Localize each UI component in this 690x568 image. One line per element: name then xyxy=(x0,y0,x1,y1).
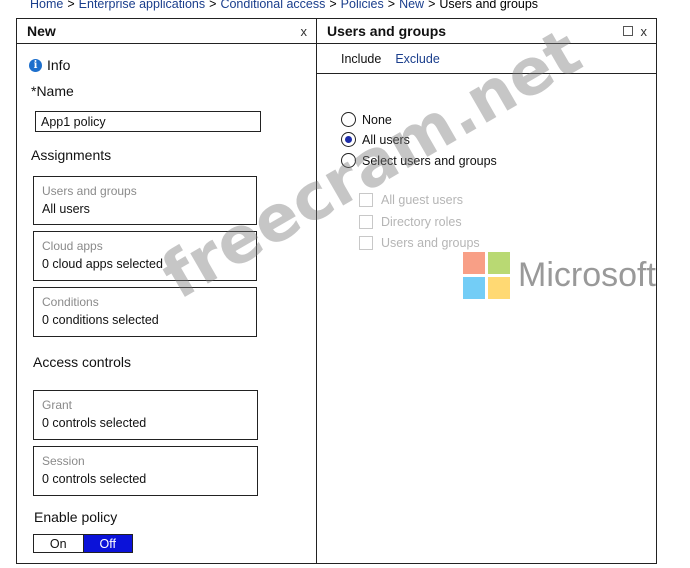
breadcrumb-item[interactable]: Enterprise applications xyxy=(79,0,205,11)
breadcrumb-separator: > xyxy=(67,0,75,11)
card-value: All users xyxy=(42,202,90,216)
breadcrumb-item[interactable]: Policies xyxy=(341,0,384,11)
new-policy-blade: New x i Info *Name Assignments Users and… xyxy=(16,18,317,564)
breadcrumb-item[interactable]: Home xyxy=(30,0,63,11)
radio-label: None xyxy=(362,112,392,127)
info-link[interactable]: i Info xyxy=(29,57,70,73)
users-and-groups-card[interactable]: Users and groups All users xyxy=(33,176,257,225)
radio-select-users-and-groups[interactable]: Select users and groups xyxy=(341,153,497,168)
session-card[interactable]: Session 0 controls selected xyxy=(33,446,258,496)
close-icon[interactable]: x xyxy=(641,24,648,39)
breadcrumb-separator: > xyxy=(387,0,396,11)
grant-card[interactable]: Grant 0 controls selected xyxy=(33,390,258,440)
radio-button[interactable] xyxy=(341,112,356,127)
blade-title: Users and groups xyxy=(327,23,447,39)
maximize-icon[interactable] xyxy=(622,26,633,36)
breadcrumb-separator: > xyxy=(209,0,217,11)
users-and-groups-blade-header: Users and groups x xyxy=(317,19,656,44)
checkbox-users-and-groups[interactable]: Users and groups xyxy=(359,236,480,250)
info-icon: i xyxy=(29,58,42,72)
card-value: 0 controls selected xyxy=(42,416,147,430)
users-and-groups-blade: Users and groups x Include Exclude None … xyxy=(316,18,657,564)
tab-exclude[interactable]: Exclude xyxy=(395,52,439,66)
toggle-off-option[interactable]: Off xyxy=(83,535,132,552)
checkbox-all-guest-users[interactable]: All guest users xyxy=(359,193,463,207)
card-value: 0 cloud apps selected xyxy=(42,257,163,271)
checkbox-label: Users and groups xyxy=(381,236,480,250)
card-title: Conditions xyxy=(42,295,99,309)
access-controls-title: Access controls xyxy=(33,354,132,370)
radio-selected-dot xyxy=(345,136,352,143)
cloud-apps-card[interactable]: Cloud apps 0 cloud apps selected xyxy=(33,231,257,281)
radio-label: Select users and groups xyxy=(362,153,497,168)
card-title: Grant xyxy=(42,398,73,412)
breadcrumb: Home > Enterprise applications > Conditional… xyxy=(30,0,538,13)
name-label: *Name xyxy=(31,83,74,99)
radio-none[interactable]: None xyxy=(341,112,392,127)
breadcrumb-item: Users and groups xyxy=(439,0,539,11)
radio-label: All users xyxy=(362,132,410,147)
conditions-card[interactable]: Conditions 0 conditions selected xyxy=(33,287,257,337)
assignments-title: Assignments xyxy=(31,147,112,163)
card-title: Session xyxy=(42,454,85,468)
blade-title: New xyxy=(27,23,56,39)
new-policy-blade-header: New x xyxy=(17,19,316,44)
checkbox[interactable] xyxy=(359,236,373,250)
card-title: Cloud apps xyxy=(42,239,103,253)
radio-button[interactable] xyxy=(341,153,356,168)
toggle-on-option[interactable]: On xyxy=(34,535,84,552)
breadcrumb-item[interactable]: New xyxy=(399,0,424,11)
breadcrumb-separator: > xyxy=(428,0,436,11)
radio-all-users[interactable]: All users xyxy=(341,132,410,147)
card-value: 0 conditions selected xyxy=(42,313,159,327)
checkbox[interactable] xyxy=(359,215,373,229)
checkbox-label: All guest users xyxy=(381,193,463,207)
checkbox-label: Directory roles xyxy=(381,215,462,229)
tab-include[interactable]: Include xyxy=(341,52,381,66)
radio-button[interactable] xyxy=(341,132,356,147)
breadcrumb-item[interactable]: Conditional access xyxy=(220,0,325,11)
enable-policy-toggle[interactable]: On Off xyxy=(33,534,133,553)
card-title: Users and groups xyxy=(42,184,137,198)
checkbox[interactable] xyxy=(359,193,373,207)
policy-name-input[interactable] xyxy=(35,111,261,132)
card-value: 0 controls selected xyxy=(42,472,147,486)
enable-policy-label: Enable policy xyxy=(34,509,118,525)
info-label: Info xyxy=(47,57,71,73)
close-icon[interactable]: x xyxy=(301,24,308,39)
include-exclude-tabs: Include Exclude xyxy=(317,44,656,74)
breadcrumb-separator: > xyxy=(329,0,337,11)
checkbox-directory-roles[interactable]: Directory roles xyxy=(359,215,462,229)
